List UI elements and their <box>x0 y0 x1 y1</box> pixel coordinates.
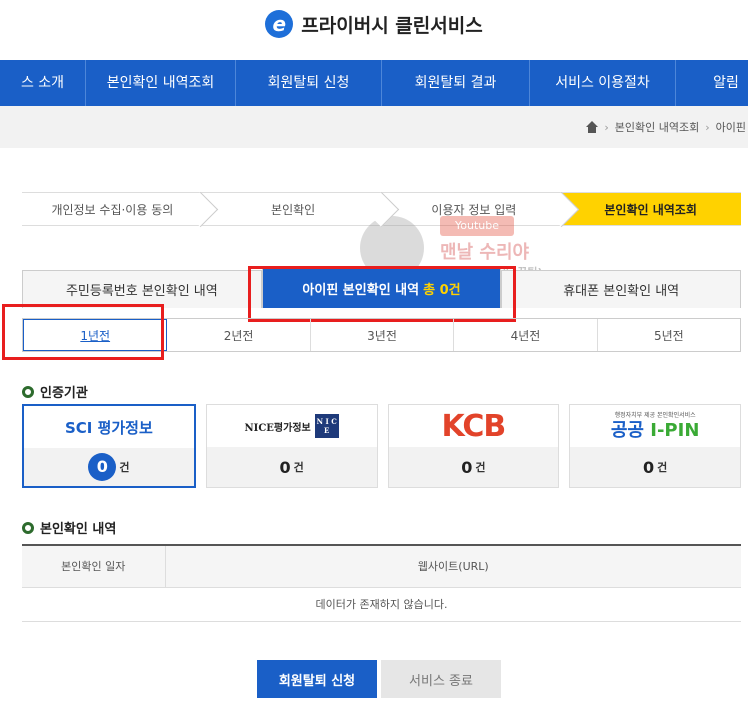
year-tab-4[interactable]: 4년전 <box>454 319 598 351</box>
nav-item-intro[interactable]: 스 소개 <box>0 60 86 106</box>
progress-steps: 개인정보 수집·이용 동의 본인확인 이용자 정보 입력 본인확인 내역조회 <box>22 192 741 226</box>
year-tab-3[interactable]: 3년전 <box>311 319 455 351</box>
bullet-icon <box>22 521 34 534</box>
tab-mobile[interactable]: 휴대폰 본인확인 내역 <box>501 270 742 308</box>
breadcrumb-item-history[interactable]: 본인확인 내역조회 <box>615 119 699 135</box>
empty-message: 데이터가 존재하지 않습니다. <box>22 587 741 622</box>
nav-item-notice[interactable]: 알림 <box>676 60 748 106</box>
section-title-history: 본인확인 내역 <box>22 518 116 537</box>
year-tab-5[interactable]: 5년전 <box>598 319 740 351</box>
sci-logo: SCI 평가정보 <box>64 418 153 437</box>
tab-ipin[interactable]: 아이핀 본인확인 내역 총 0건 <box>261 268 502 308</box>
section-title-agencies: 인증기관 <box>22 382 88 401</box>
breadcrumb: › 본인확인 내역조회 › 아이핀 <box>0 106 748 148</box>
year-tab-1[interactable]: 1년전 <box>23 319 168 351</box>
column-header-url: 웹사이트(URL) <box>165 545 741 588</box>
year-tabs: 1년전 2년전 3년전 4년전 5년전 <box>22 318 741 352</box>
chevron-right-icon: › <box>604 120 609 134</box>
nav-item-withdraw-request[interactable]: 회원탈퇴 신청 <box>236 60 382 106</box>
agency-kcb[interactable]: KCB 0 건 <box>387 404 560 488</box>
column-header-date: 본인확인 일자 <box>22 545 166 588</box>
step-history: 본인확인 내역조회 <box>560 193 741 225</box>
nav-item-withdraw-result[interactable]: 회원탈퇴 결과 <box>382 60 530 106</box>
history-tabs: 주민등록번호 본인확인 내역 아이핀 본인확인 내역 총 0건 휴대폰 본인확인… <box>22 268 742 308</box>
agency-count: 0 <box>88 453 117 481</box>
main-nav: 스 소개 본인확인 내역조회 회원탈퇴 신청 회원탈퇴 결과 서비스 이용절차 … <box>0 60 748 106</box>
ipin-logo: 행정자치부 제공 본인확인서비스 공공 I-PIN <box>610 411 700 441</box>
logo-e-icon: e <box>265 10 294 38</box>
watermark-title: 맨날 수리야 <box>440 242 530 263</box>
withdraw-button[interactable]: 회원탈퇴 신청 <box>257 660 377 698</box>
step-user-info: 이용자 정보 입력 <box>384 193 565 225</box>
kcb-logo: KCB <box>441 408 506 444</box>
agency-count: 0 <box>461 457 473 477</box>
agency-count: 0 <box>642 457 655 477</box>
agency-ipin[interactable]: 행정자치부 제공 본인확인서비스 공공 I-PIN 0 건 <box>569 404 741 488</box>
breadcrumb-item-ipin[interactable]: 아이핀 <box>716 119 746 135</box>
site-header: e 프라이버시 클린서비스 <box>0 0 748 48</box>
nice-box-icon: N I C E <box>314 414 339 438</box>
site-title[interactable]: 프라이버시 클린서비스 <box>301 11 482 38</box>
nav-item-procedure[interactable]: 서비스 이용절차 <box>530 60 676 106</box>
bullet-icon <box>22 385 34 398</box>
agency-sci[interactable]: SCI 평가정보 0 건 <box>22 404 196 488</box>
step-consent: 개인정보 수집·이용 동의 <box>22 193 203 225</box>
nice-logo: NICE평가정보 N I C E <box>207 405 377 447</box>
exit-button[interactable]: 서비스 종료 <box>381 660 501 698</box>
action-buttons: 회원탈퇴 신청 서비스 종료 <box>0 660 748 698</box>
history-table: 본인확인 일자 웹사이트(URL) 데이터가 존재하지 않습니다. <box>22 544 741 622</box>
home-icon[interactable] <box>586 121 599 133</box>
agency-nice[interactable]: NICE평가정보 N I C E 0 건 <box>205 404 378 488</box>
year-tab-2[interactable]: 2년전 <box>167 319 311 351</box>
agency-count: 0 <box>279 457 291 477</box>
step-verify: 본인확인 <box>203 193 384 225</box>
chevron-right-icon: › <box>705 120 710 134</box>
tab-resident-id[interactable]: 주민등록번호 본인확인 내역 <box>22 270 262 308</box>
table-row: 데이터가 존재하지 않습니다. <box>22 587 741 622</box>
agency-list: SCI 평가정보 0 건 NICE평가정보 N I C E 0 건 KCB 0 … <box>22 404 741 488</box>
tab-ipin-count: 총 0건 <box>423 283 461 298</box>
nav-item-history[interactable]: 본인확인 내역조회 <box>86 60 236 106</box>
